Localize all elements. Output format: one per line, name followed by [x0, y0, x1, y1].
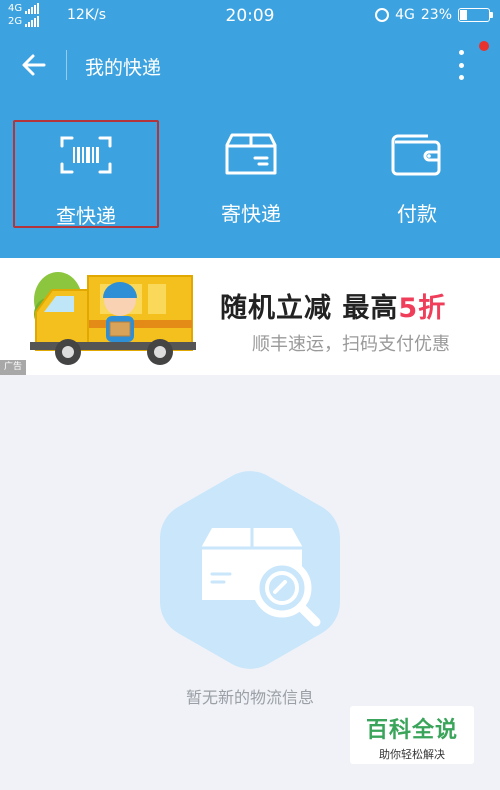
watermark-subtitle: 助你轻松解决 [379, 748, 445, 761]
query-express-button[interactable]: 查快递 [13, 120, 159, 228]
page-title: 我的快递 [85, 57, 162, 79]
status-bar: 4G 2G 12K/s 20:09 4G 23% [0, 0, 500, 32]
ad-subtitle: 顺丰速运，扫码支付优惠 [252, 334, 450, 355]
parcel-box-icon [225, 133, 277, 175]
alarm-icon [375, 8, 390, 22]
battery-fill [460, 10, 467, 20]
ad-headline-main: 随机立减 最高 [220, 293, 399, 324]
app-bar: 我的快递 [0, 32, 500, 98]
battery-percent: 23% [420, 7, 452, 23]
send-express-label: 寄快递 [221, 202, 281, 226]
ad-headline: 随机立减 最高5折 [220, 286, 446, 325]
watermark-logo: 百科全说 助你轻松解决 [350, 706, 474, 764]
payment-button[interactable]: 付款 [344, 120, 490, 228]
quick-actions: 查快递 寄快递 付款 [0, 98, 500, 258]
payment-label: 付款 [397, 202, 437, 226]
query-express-label: 查快递 [56, 204, 116, 228]
notification-dot [479, 41, 489, 51]
wallet-icon [391, 134, 441, 176]
battery-icon [458, 8, 493, 22]
title-divider [66, 50, 67, 80]
arrow-left-icon[interactable] [20, 51, 48, 79]
watermark-title: 百科全说 [365, 718, 458, 743]
empty-parcel-search-icon [160, 471, 340, 669]
send-express-button[interactable]: 寄快递 [178, 120, 324, 228]
empty-state-message: 暂无新的物流信息 [185, 688, 314, 707]
ad-headline-accent: 5折 [398, 293, 447, 324]
network-type-right: 4G [395, 7, 415, 23]
more-vertical-icon[interactable] [452, 50, 470, 80]
barcode-scan-icon [60, 136, 112, 174]
delivery-truck-illustration [30, 272, 196, 365]
ad-tag: 广告 [0, 360, 26, 375]
ad-banner[interactable]: 随机立减 最高5折 顺丰速运，扫码支付优惠 广告 [0, 258, 500, 375]
